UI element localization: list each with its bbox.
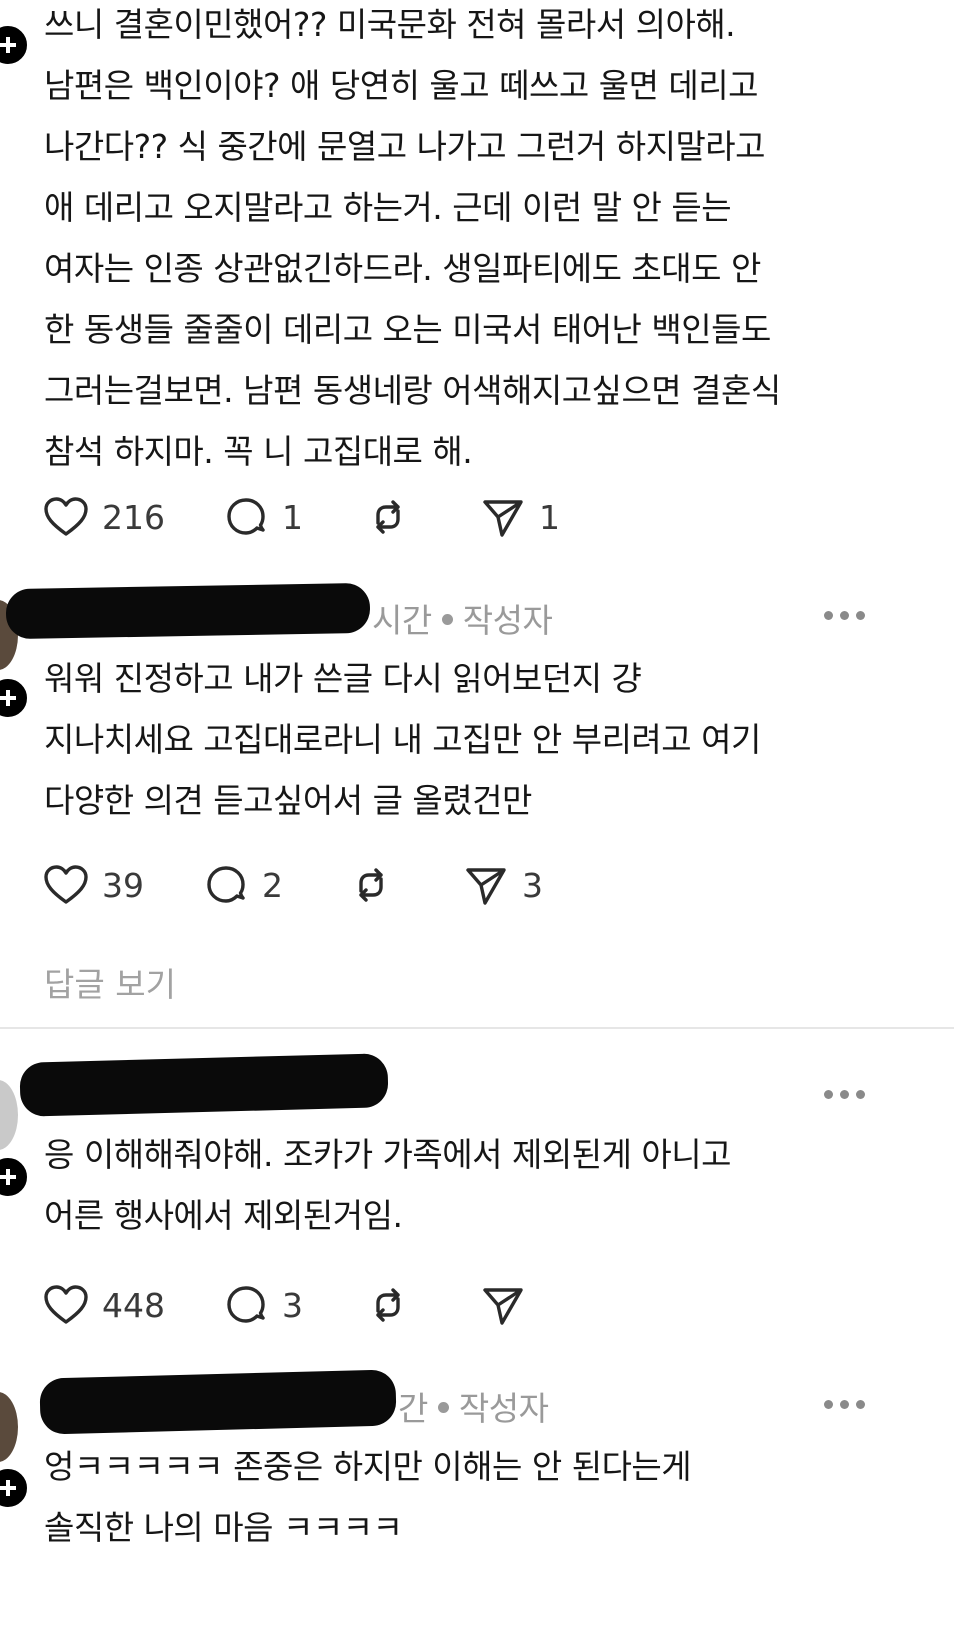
repost-icon	[364, 493, 412, 541]
avatar[interactable]	[0, 1080, 18, 1150]
redacted-username	[19, 1053, 389, 1117]
repost-icon	[347, 861, 395, 909]
repost-button[interactable]	[364, 1280, 479, 1330]
comment-text: 쓰니 결혼이민했어?? 미국문화 전혀 몰라서 의아해. 남편은 백인이야? 애…	[44, 5, 781, 471]
like-count: 448	[102, 1285, 165, 1325]
share-button[interactable]: 1	[479, 492, 560, 542]
like-button[interactable]: 216	[42, 492, 222, 542]
follow-plus-icon[interactable]	[0, 23, 30, 67]
like-button[interactable]: 448	[42, 1280, 222, 1330]
share-button[interactable]: 3	[462, 860, 543, 910]
view-replies-link[interactable]: 답글 보기	[44, 958, 176, 1006]
heart-icon	[42, 493, 90, 541]
divider	[0, 1027, 954, 1029]
share-button[interactable]	[479, 1280, 539, 1330]
comment-bubble-icon	[202, 861, 250, 909]
like-count: 39	[102, 865, 144, 905]
reply-count: 1	[282, 497, 303, 537]
like-button[interactable]: 39	[42, 860, 202, 910]
comment-time: 간	[398, 1389, 428, 1428]
comment-time: 시간	[372, 601, 432, 640]
send-icon	[462, 861, 510, 909]
send-icon	[479, 493, 527, 541]
follow-plus-icon[interactable]	[0, 676, 30, 720]
comment-meta: 간 작성자	[398, 1382, 549, 1430]
comment-bubble-icon	[222, 493, 270, 541]
share-count: 3	[522, 865, 543, 905]
comment-text: 워워 진정하고 내가 쓴글 다시 읽어보던지 걍 지나치세요 고집대로라니 내 …	[44, 659, 761, 820]
comment-text: 엉ㅋㅋㅋㅋㅋ 존중은 하지만 이해는 안 된다는게 솔직한 나의 마음 ㅋㅋㅋㅋ	[44, 1447, 692, 1547]
reply-count: 3	[282, 1285, 303, 1325]
redacted-username	[5, 582, 371, 640]
redacted-username	[39, 1369, 397, 1435]
share-count: 1	[539, 497, 560, 537]
send-icon	[479, 1281, 527, 1329]
comment-text: 응 이해해줘야해. 조카가 가족에서 제외된게 아니고 어른 행사에서 제외된거…	[44, 1135, 732, 1235]
reply-button[interactable]: 1	[222, 492, 364, 542]
reply-count: 2	[262, 865, 283, 905]
follow-plus-icon[interactable]	[0, 1466, 30, 1510]
reply-button[interactable]: 3	[222, 1280, 364, 1330]
reply-button[interactable]: 2	[202, 860, 347, 910]
author-badge: 작성자	[462, 601, 553, 640]
more-options-icon[interactable]	[824, 1400, 865, 1409]
comment-actions: 39 2 3	[42, 860, 543, 910]
heart-icon	[42, 861, 90, 909]
more-options-icon[interactable]	[824, 611, 865, 620]
repost-button[interactable]	[347, 860, 462, 910]
repost-button[interactable]	[364, 492, 479, 542]
more-options-icon[interactable]	[824, 1090, 865, 1099]
heart-icon	[42, 1281, 90, 1329]
like-count: 216	[102, 497, 165, 537]
comment-bubble-icon	[222, 1281, 270, 1329]
comment-meta: 시간 작성자	[372, 594, 553, 642]
repost-icon	[364, 1281, 412, 1329]
avatar[interactable]	[0, 1392, 18, 1462]
follow-plus-icon[interactable]	[0, 1155, 30, 1199]
author-badge: 작성자	[458, 1389, 549, 1428]
comment-actions: 216 1 1	[42, 492, 560, 542]
comment-actions: 448 3	[42, 1280, 539, 1330]
